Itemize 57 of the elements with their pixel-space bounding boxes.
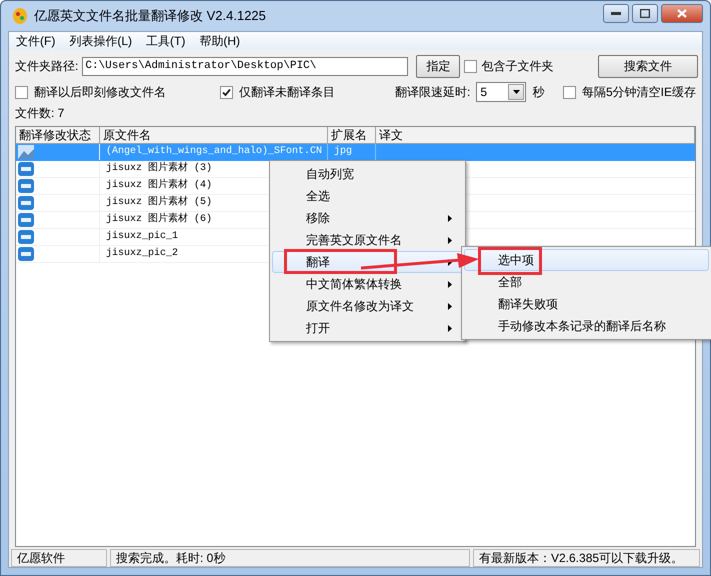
search-button[interactable]: 搜索文件 bbox=[598, 54, 698, 78]
checkbox-label: 每隔5分钟清空IE缓存 bbox=[582, 84, 696, 100]
status-text: 有最新版本：V2.6.385可以下载升级。 bbox=[473, 549, 700, 567]
checkbox[interactable] bbox=[464, 60, 478, 72]
jpg-file-icon bbox=[18, 162, 34, 176]
caret-icon bbox=[448, 237, 452, 244]
menu-item[interactable]: 工具(T) bbox=[141, 32, 190, 50]
menu-item[interactable]: 选中项 bbox=[464, 249, 709, 271]
minimize-icon bbox=[611, 12, 621, 15]
column-header[interactable]: 译文 bbox=[376, 127, 695, 143]
menu-item[interactable]: 文件(F) bbox=[11, 32, 60, 50]
jpg-file-icon bbox=[18, 179, 34, 193]
jpg-file-icon bbox=[18, 247, 34, 261]
caret-icon bbox=[448, 325, 452, 332]
browse-button[interactable]: 指定 bbox=[416, 54, 460, 78]
delay-label: 翻译限速延时: bbox=[395, 84, 470, 100]
menu-item[interactable]: 翻译失败项 bbox=[464, 293, 709, 315]
menu-item[interactable]: 打开 bbox=[272, 317, 463, 339]
menu-item[interactable]: 手动修改本条记录的翻译后名称 bbox=[464, 315, 709, 337]
window-title: 亿愿英文文件名批量翻译修改 V2.4.1225 bbox=[34, 7, 267, 25]
maximize-button[interactable] bbox=[632, 4, 658, 23]
checkbox[interactable] bbox=[220, 86, 233, 98]
status-text: 搜索完成。耗时: 0秒 bbox=[110, 549, 470, 567]
checkbox[interactable] bbox=[15, 86, 28, 98]
minimize-button[interactable] bbox=[603, 4, 629, 23]
checkbox-label: 包含子文件夹 bbox=[481, 58, 554, 74]
menu-item[interactable]: 全部 bbox=[464, 271, 709, 293]
maximize-icon bbox=[640, 9, 650, 18]
image-file-icon bbox=[18, 145, 34, 159]
app-logo-icon bbox=[12, 7, 28, 25]
caret-icon bbox=[448, 281, 452, 288]
column-header[interactable]: 扩展名 bbox=[328, 127, 376, 143]
file-count: 文件数: 7 bbox=[15, 105, 64, 122]
highlight-frame bbox=[478, 247, 542, 275]
close-button[interactable] bbox=[661, 4, 703, 23]
menu-item[interactable]: 帮助(H) bbox=[194, 32, 245, 50]
column-header[interactable]: 原文件名 bbox=[100, 127, 328, 143]
jpg-file-icon bbox=[18, 213, 34, 227]
checkbox-label: 翻译以后即刻修改文件名 bbox=[34, 84, 167, 100]
path-field[interactable]: C:\Users\Administrator\Desktop\PIC\ bbox=[82, 56, 408, 76]
jpg-file-icon bbox=[18, 230, 34, 244]
delay-dropdown[interactable]: 5 bbox=[476, 82, 526, 102]
status-text: 亿愿软件 bbox=[11, 549, 107, 567]
checkbox-label: 仅翻译未翻译条目 bbox=[239, 84, 336, 100]
menu-item[interactable]: 列表操作(L) bbox=[64, 32, 137, 50]
column-header[interactable]: 翻译修改状态 bbox=[16, 127, 100, 143]
close-icon bbox=[677, 9, 687, 18]
caret-icon bbox=[448, 259, 452, 266]
dropdown-arrow-icon bbox=[512, 90, 520, 94]
folder-label: 文件夹路径: bbox=[15, 58, 78, 74]
caret-icon bbox=[448, 303, 452, 310]
checkbox[interactable] bbox=[562, 86, 576, 98]
jpg-file-icon bbox=[18, 196, 34, 210]
menu-item[interactable]: 中文简体繁体转换 bbox=[272, 273, 463, 295]
menu-item[interactable]: 原文件名修改为译文 bbox=[272, 295, 463, 317]
unit-label: 秒 bbox=[532, 84, 544, 100]
caret-icon bbox=[448, 215, 452, 222]
